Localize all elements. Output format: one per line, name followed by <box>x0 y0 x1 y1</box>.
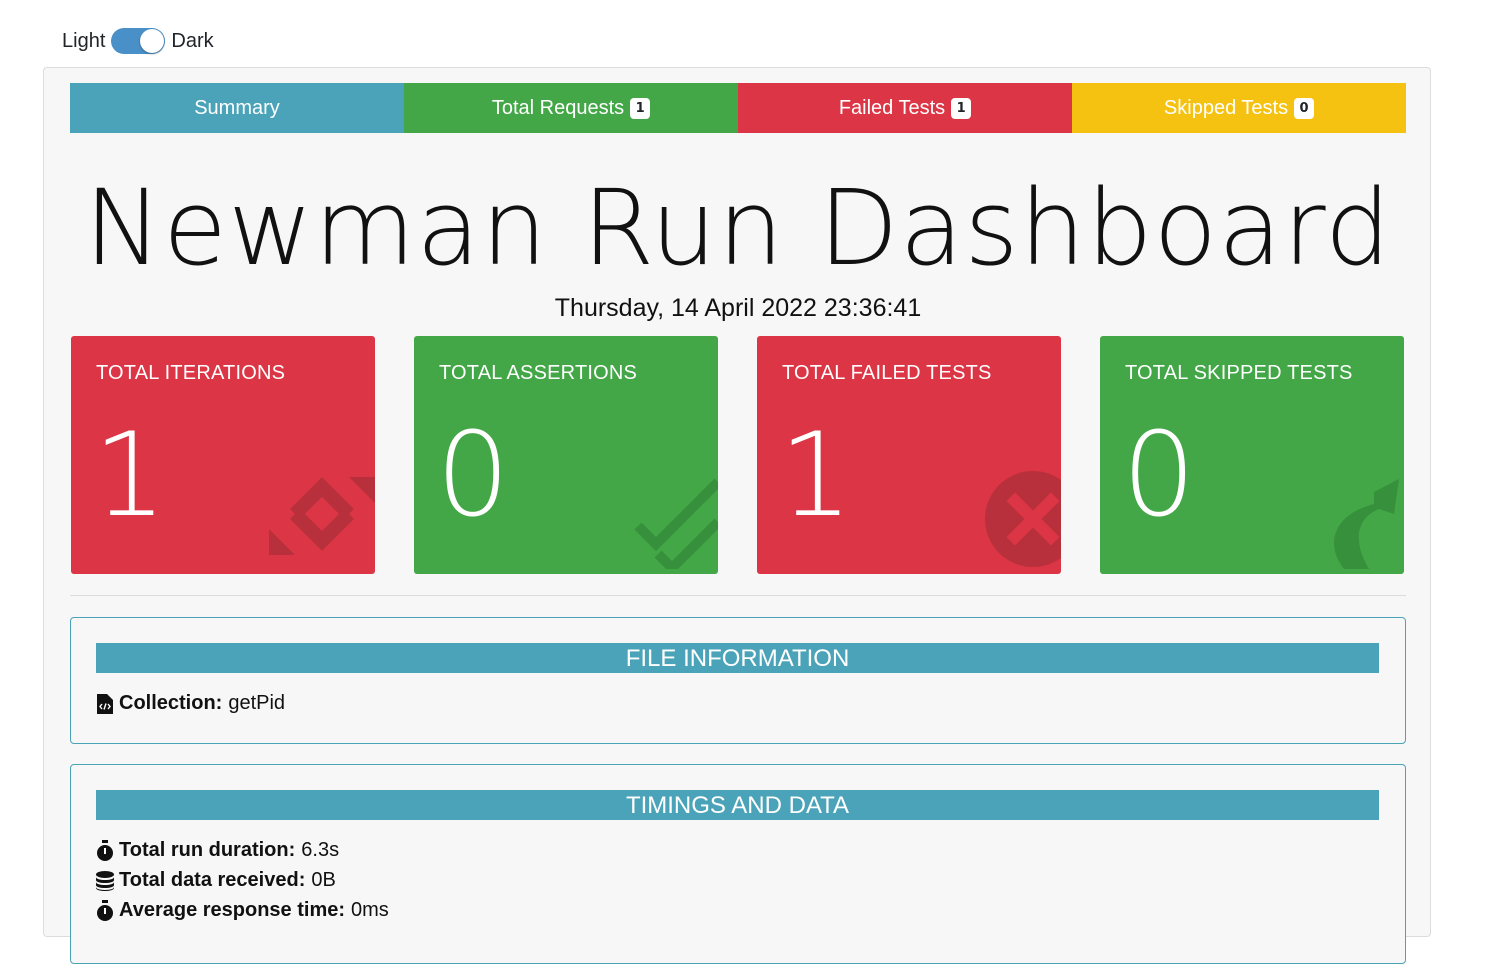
light-label: Light <box>62 30 106 52</box>
failed-tests-badge: 1 <box>951 97 972 119</box>
card-title: TOTAL ITERATIONS <box>96 362 286 384</box>
card-value: 1 <box>779 408 853 543</box>
collection-label: Collection: <box>119 692 223 714</box>
stopwatch-icon <box>96 899 114 922</box>
card-total-assertions: TOTAL ASSERTIONS 0 <box>414 336 718 574</box>
tab-total-requests-label: Total Requests <box>491 96 625 119</box>
stopwatch-icon <box>96 839 114 862</box>
check-double-icon <box>628 474 718 574</box>
file-information-panel: FILE INFORMATION Collection: getPid <box>70 617 1406 744</box>
nav-tabs: Summary Total Requests 1 Failed Tests 1 … <box>70 83 1406 133</box>
share-arrow-icon <box>1324 474 1404 574</box>
tab-total-requests[interactable]: Total Requests 1 <box>404 83 738 133</box>
theme-switch[interactable] <box>111 28 166 54</box>
card-total-skipped-tests: TOTAL SKIPPED TESTS 0 <box>1100 336 1404 574</box>
switch-knob <box>140 29 165 53</box>
run-date: Thursday, 14 April 2022 23:36:41 <box>554 294 922 322</box>
run-duration-label: Total run duration: <box>119 839 296 861</box>
card-value: 1 <box>93 408 167 543</box>
total-requests-badge: 1 <box>630 97 651 119</box>
divider <box>70 595 1406 596</box>
dark-label: Dark <box>171 30 214 52</box>
avg-response-value: 0ms <box>351 899 389 921</box>
tab-skipped-tests-label: Skipped Tests <box>1163 96 1289 119</box>
card-title: TOTAL FAILED TESTS <box>782 362 992 384</box>
card-value: 0 <box>1122 408 1196 543</box>
panel-header: FILE INFORMATION <box>96 643 1379 673</box>
theme-toggle: Light Dark <box>62 26 214 56</box>
card-title: TOTAL ASSERTIONS <box>439 362 638 384</box>
run-duration-value: 6.3s <box>301 839 340 861</box>
skipped-tests-badge: 0 <box>1294 97 1315 119</box>
run-duration-row: Total run duration: 6.3s <box>96 839 339 862</box>
card-total-failed-tests: TOTAL FAILED TESTS 1 <box>757 336 1061 574</box>
avg-response-label: Average response time: <box>119 899 346 921</box>
sync-icon <box>265 459 375 574</box>
dashboard-container: Summary Total Requests 1 Failed Tests 1 … <box>43 67 1431 964</box>
data-received-label: Total data received: <box>119 869 306 891</box>
summary-cards: TOTAL ITERATIONS 1 TOTAL ASSERTIONS 0 TO… <box>71 336 1405 574</box>
tab-summary[interactable]: Summary <box>70 83 404 133</box>
panel-header: TIMINGS AND DATA <box>96 790 1379 820</box>
tab-failed-tests-label: Failed Tests <box>838 96 946 119</box>
timings-panel: TIMINGS AND DATA Total run duration: 6.3… <box>70 764 1406 964</box>
tab-skipped-tests[interactable]: Skipped Tests 0 <box>1072 83 1406 133</box>
tab-failed-tests[interactable]: Failed Tests 1 <box>738 83 1072 133</box>
database-icon <box>96 870 114 892</box>
data-received-row: Total data received: 0B <box>96 869 336 892</box>
card-total-iterations: TOTAL ITERATIONS 1 <box>71 336 375 574</box>
times-circle-icon <box>971 469 1061 574</box>
file-code-icon <box>96 693 114 715</box>
data-received-value: 0B <box>311 869 336 891</box>
tab-summary-label: Summary <box>194 96 280 119</box>
card-value: 0 <box>436 408 510 543</box>
collection-value: getPid <box>228 692 286 714</box>
card-title: TOTAL SKIPPED TESTS <box>1125 362 1353 384</box>
collection-row: Collection: getPid <box>96 692 285 715</box>
avg-response-row: Average response time: 0ms <box>96 899 389 922</box>
page-title: Newman Run Dashboard <box>84 167 1392 289</box>
